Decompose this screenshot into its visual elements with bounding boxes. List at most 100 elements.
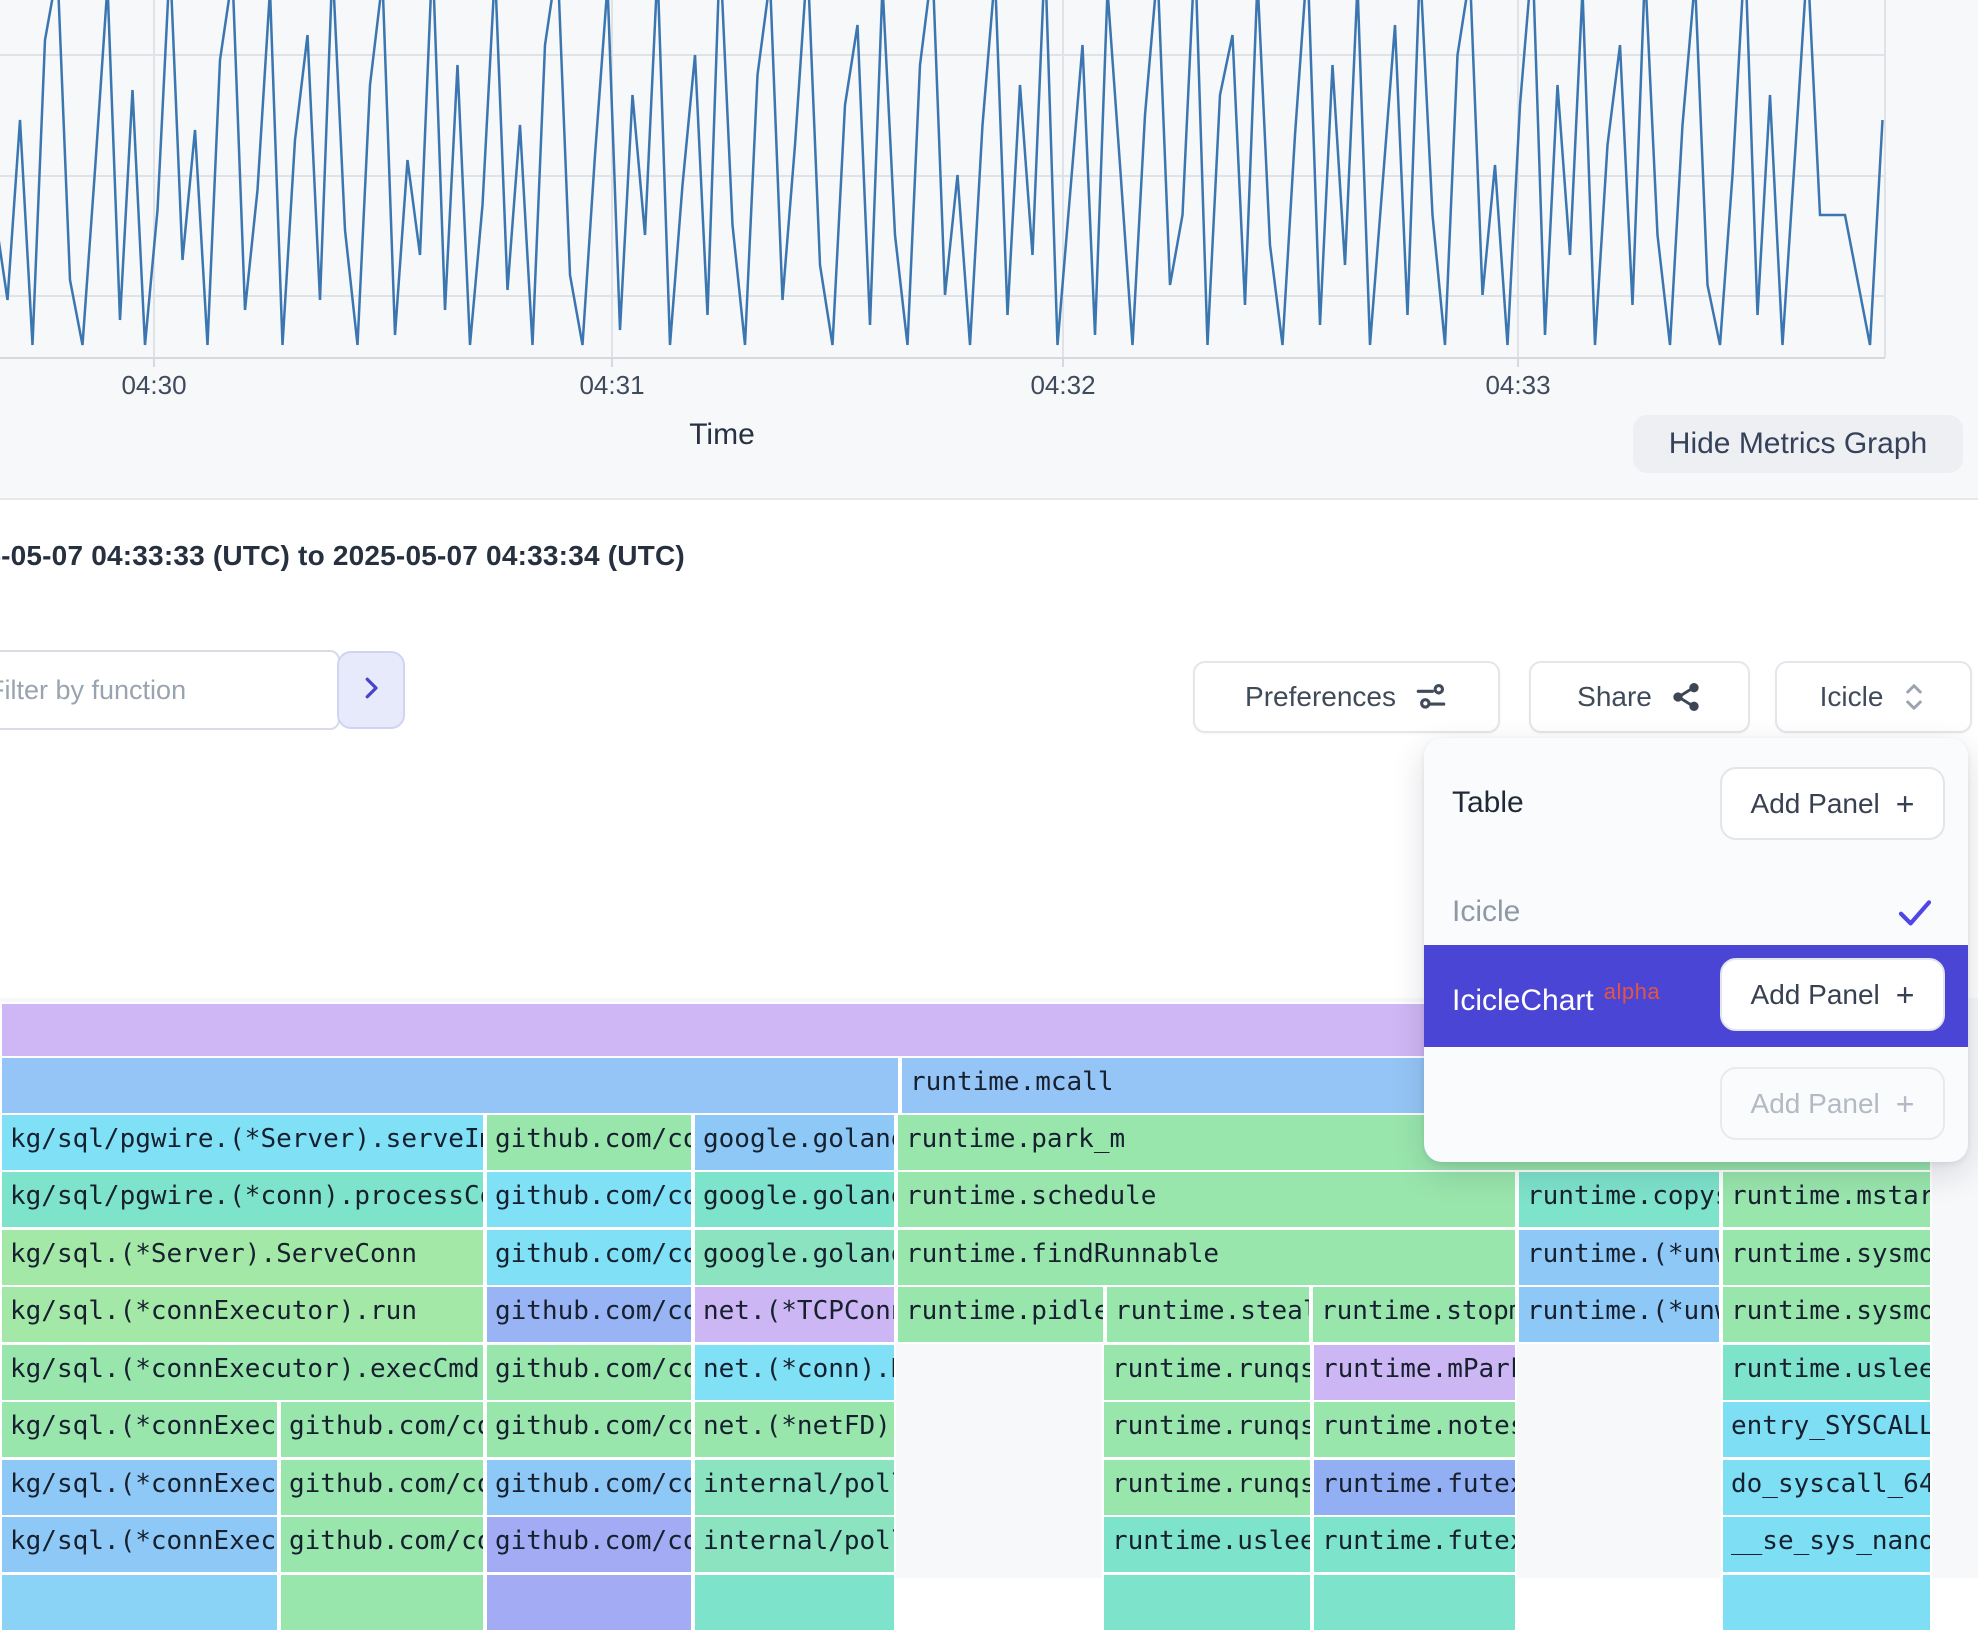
flame-cell[interactable]: runtime.runqsteal: [1102, 1343, 1312, 1402]
flame-cell[interactable]: runtime.(*unwinder).next: [1517, 1285, 1721, 1344]
flame-cell[interactable]: github.com/cockroachdb: [485, 1515, 693, 1574]
add-iciclechart-panel-button[interactable]: Add Panel +: [1720, 958, 1945, 1031]
flame-cell[interactable]: kg/sql/pgwire.(*Server).serveImpl: [0, 1113, 485, 1172]
flame-cell[interactable]: runtime.mPark: [1312, 1343, 1517, 1402]
flame-cell[interactable]: do_syscall_64: [1721, 1458, 1932, 1517]
x-tick-label: 04:32: [1030, 370, 1095, 401]
hide-metrics-graph-button[interactable]: Hide Metrics Graph: [1633, 415, 1963, 473]
flame-cell[interactable]: kg/sql.(*Server).ServeConn: [0, 1228, 485, 1287]
preferences-button[interactable]: Preferences: [1193, 661, 1500, 733]
menu-row-icicle[interactable]: Icicle: [1424, 883, 1968, 945]
flame-cell[interactable]: [1102, 1573, 1312, 1632]
menu-item-table-label[interactable]: Table: [1452, 786, 1524, 820]
profiler-page: { "accent_color": "#4b45d6", "chart": { …: [0, 0, 1978, 1578]
flame-cell[interactable]: kg/sql.(*connExecutor): [0, 1400, 279, 1459]
add-panel-label: Add Panel: [1751, 979, 1880, 1011]
flame-cell[interactable]: runtime.copystack: [1517, 1170, 1721, 1229]
filter-by-function-input[interactable]: [0, 650, 340, 730]
flame-cell[interactable]: kg/sql.(*connExecutor): [0, 1515, 279, 1574]
flame-cell[interactable]: github.com/cockroachdb: [485, 1228, 693, 1287]
x-tick-label: 04:31: [579, 370, 644, 401]
flame-cell[interactable]: google.golang.org/grpc: [693, 1113, 896, 1172]
flame-cell[interactable]: entry_SYSCALL_64: [1721, 1400, 1932, 1459]
flame-cell[interactable]: kg/sql.(*connExecutor).execCmd: [0, 1343, 485, 1402]
flame-cell[interactable]: runtime.findRunnable: [896, 1228, 1517, 1287]
flame-cell[interactable]: internal/poll.(*FD).Read: [693, 1458, 896, 1517]
flame-cell[interactable]: internal/poll.(*FD).Read: [693, 1515, 896, 1574]
flame-cell[interactable]: github.com/cockroachdb: [485, 1458, 693, 1517]
flame-cell[interactable]: runtime.stopm: [1311, 1285, 1517, 1344]
share-button-label: Share: [1577, 681, 1652, 713]
check-icon: [1894, 891, 1936, 938]
flame-cell[interactable]: runtime.usleep: [1721, 1343, 1932, 1402]
select-chevrons-icon: [1901, 682, 1927, 712]
flame-cell[interactable]: [1312, 1573, 1517, 1632]
flame-cell[interactable]: [0, 1573, 279, 1632]
flame-cell[interactable]: [279, 1573, 485, 1632]
flame-cell[interactable]: kg/sql.(*connExecutor).run: [0, 1285, 485, 1344]
flame-cell[interactable]: net.(*netFD).Read: [693, 1400, 896, 1459]
flame-cell[interactable]: github.com/cockroachdb: [485, 1170, 693, 1229]
flame-cell[interactable]: runtime.futexsleep: [1312, 1458, 1517, 1517]
flame-cell[interactable]: [0, 1056, 900, 1115]
add-panel-label: Add Panel: [1751, 1088, 1880, 1120]
flame-cell[interactable]: runtime.futexsleep: [1312, 1515, 1517, 1574]
filter-submit-button[interactable]: [337, 651, 405, 729]
flame-cell[interactable]: github.com/cockroachdb: [485, 1285, 693, 1344]
iciclechart-text: IcicleChart: [1452, 984, 1594, 1017]
plus-icon: +: [1896, 1088, 1915, 1120]
flame-cell[interactable]: google.golang.org/grpc: [693, 1170, 896, 1229]
alpha-badge: alpha: [1604, 979, 1660, 1004]
flame-cell[interactable]: runtime.notesleep: [1312, 1400, 1517, 1459]
flame-cell[interactable]: runtime.pidleget: [896, 1285, 1105, 1344]
flame-cell[interactable]: runtime.sysmon: [1721, 1285, 1932, 1344]
flame-cell[interactable]: kg/sql.(*connExecutor): [0, 1458, 279, 1517]
share-icon: [1670, 681, 1702, 713]
flame-cell[interactable]: runtime.schedule: [896, 1170, 1517, 1229]
chevron-right-icon: [356, 673, 386, 708]
flame-cell[interactable]: net.(*TCPConn).Read: [693, 1285, 896, 1344]
menu-row-table[interactable]: Table Add Panel +: [1424, 738, 1968, 883]
flame-cell[interactable]: github.com/cockroachdb: [279, 1400, 485, 1459]
flame-cell[interactable]: [1721, 1573, 1932, 1632]
view-type-dropdown-menu: Table Add Panel + Icicle IcicleChart alph…: [1424, 738, 1968, 1162]
x-tick-label: 04:33: [1485, 370, 1550, 401]
menu-row-disabled: Add Panel +: [1424, 1047, 1968, 1162]
plus-icon: +: [1896, 979, 1915, 1011]
flame-cell[interactable]: github.com/cockroachdb: [279, 1515, 485, 1574]
add-panel-disabled-button: Add Panel +: [1720, 1067, 1945, 1140]
add-table-panel-button[interactable]: Add Panel +: [1720, 767, 1945, 840]
flame-cell[interactable]: runtime.runqsteal: [1102, 1400, 1312, 1459]
flame-cell[interactable]: github.com/cockroachdb: [485, 1400, 693, 1459]
view-type-select[interactable]: Icicle: [1775, 661, 1972, 733]
flame-cell[interactable]: github.com/cockroachdb: [279, 1458, 485, 1517]
flame-cell[interactable]: runtime.mstart1: [1721, 1170, 1932, 1229]
flame-cell[interactable]: __se_sys_nanosleep: [1721, 1515, 1932, 1574]
flame-cell[interactable]: github.com/cockroachdb: [485, 1113, 693, 1172]
flame-cell[interactable]: runtime.(*unwinder).next: [1517, 1228, 1721, 1287]
x-tick-label: 04:30: [121, 370, 186, 401]
flame-cell[interactable]: net.(*conn).Read: [693, 1343, 896, 1402]
x-axis-title: Time: [689, 418, 755, 452]
menu-item-icicle-label[interactable]: Icicle: [1452, 895, 1520, 929]
metrics-graph-panel: 04:30 04:31 04:32 04:33 Time Hide Metrics G…: [0, 0, 1978, 500]
share-button[interactable]: Share: [1529, 661, 1750, 733]
flame-cell[interactable]: [485, 1573, 693, 1632]
flame-cell[interactable]: [693, 1573, 896, 1632]
plus-icon: +: [1896, 788, 1915, 820]
flame-cell[interactable]: kg/sql/pgwire.(*conn).processCommands: [0, 1170, 485, 1229]
view-type-value: Icicle: [1820, 681, 1884, 713]
metrics-line-chart[interactable]: [0, 0, 1978, 420]
sliders-icon: [1414, 680, 1448, 714]
selected-time-range: 2025-05-07 04:33:33 (UTC) to 2025-05-07 …: [0, 540, 685, 572]
flame-cell[interactable]: runtime.stealWork: [1105, 1285, 1311, 1344]
preferences-button-label: Preferences: [1245, 681, 1396, 713]
flame-cell[interactable]: github.com/cockroachdb: [485, 1343, 693, 1402]
flame-cell[interactable]: runtime.runqsteal: [1102, 1458, 1312, 1517]
add-panel-label: Add Panel: [1751, 788, 1880, 820]
flame-cell[interactable]: runtime.sysmon: [1721, 1228, 1932, 1287]
flame-cell[interactable]: google.golang.org/grpc: [693, 1228, 896, 1287]
flame-cell[interactable]: runtime.usleep: [1102, 1515, 1312, 1574]
menu-item-iciclechart-label[interactable]: IcicleChart alpha: [1452, 979, 1660, 1018]
menu-row-iciclechart[interactable]: IcicleChart alpha Add Panel +: [1424, 945, 1968, 1047]
